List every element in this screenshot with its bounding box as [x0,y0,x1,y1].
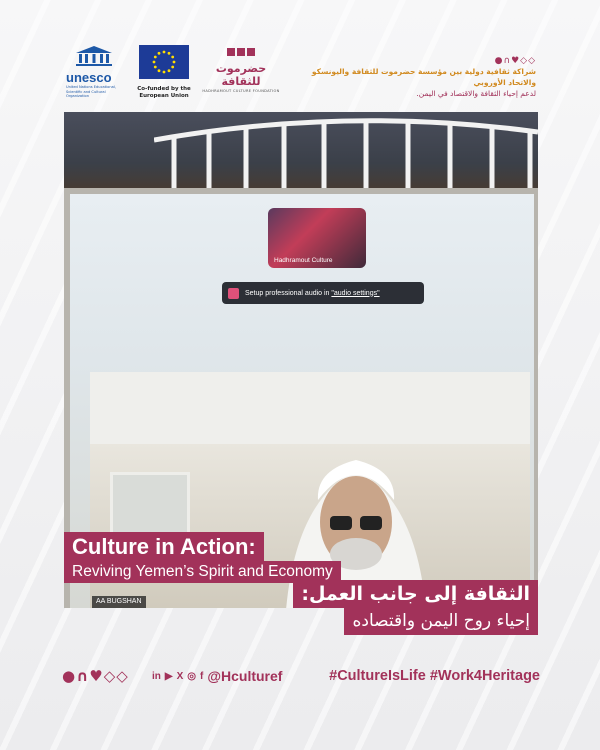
instagram-icon: ◎ [187,670,196,682]
social-handle: @Hculturef [207,668,283,684]
audio-prompt-text: Setup professional audio in [245,289,332,297]
title-english-line-1: Culture in Action: [64,532,264,562]
hcf-logo: حضرموت للثقافة HADHRAMOUT CULTURE FOUNDA… [200,48,282,93]
unesco-subtitle: United Nations Educational, Scientific a… [66,85,116,98]
unesco-logo: unesco United Nations Educational, Scien… [66,45,122,99]
unesco-wordmark: unesco [66,70,112,85]
eu-cofunded-text: Co-funded by the European Union [137,86,191,99]
hcf-mark-icon [224,48,258,60]
brand-logo-icon: ●∩♥◇◇ [62,667,129,685]
title-arabic-line-1: الثقافة إلى جانب العمل: [293,580,538,608]
meeting-thumbnail: Hadhramout Culture [268,208,366,268]
footer: ●∩♥◇◇ in ▶ X ◎ f @Hculturef #CultureIsLi… [62,664,540,688]
audio-prompt: Setup professional audio in "audio setti… [245,290,380,297]
thumbnail-caption: Hadhramout Culture [274,257,333,264]
microphone-icon [228,287,239,299]
linkedin-icon: in [152,670,161,682]
header: unesco United Nations Educational, Scien… [0,0,600,105]
audio-settings-toast: Setup professional audio in "audio setti… [222,282,424,304]
x-icon: X [176,670,184,682]
youtube-icon: ▶ [164,670,173,682]
hcf-english-name: HADHRAMOUT CULTURE FOUNDATION [202,89,280,93]
audio-settings-link: "audio settings" [331,289,380,297]
participant-name-tag: AA BUGSHAN [92,596,146,608]
hashtags: #CultureIsLife #Work4Heritage [329,668,540,684]
partnership-text: ●∩♥◇◇ شراكة ثقافية دولية بين مؤسسة حضرمو… [286,56,536,99]
unesco-temple-icon [76,46,112,66]
eu-flag-icon [139,45,189,79]
railing [154,118,538,192]
partnership-line-2: لدعم إحياء الثقافة والاقتصاد في اليمن. [416,89,536,98]
social-icons: in ▶ X ◎ f [152,671,203,682]
facebook-icon: f [200,670,204,682]
title-arabic-line-2: إحياء روح اليمن واقتصاده [344,607,538,635]
eu-logo: Co-funded by the European Union [136,45,192,100]
hcf-arabic-name: حضرموت للثقافة [215,62,267,88]
brand-shapes-icon: ●∩♥◇◇ [494,56,536,66]
partnership-line-1: شراكة ثقافية دولية بين مؤسسة حضرموت للثق… [311,67,536,87]
